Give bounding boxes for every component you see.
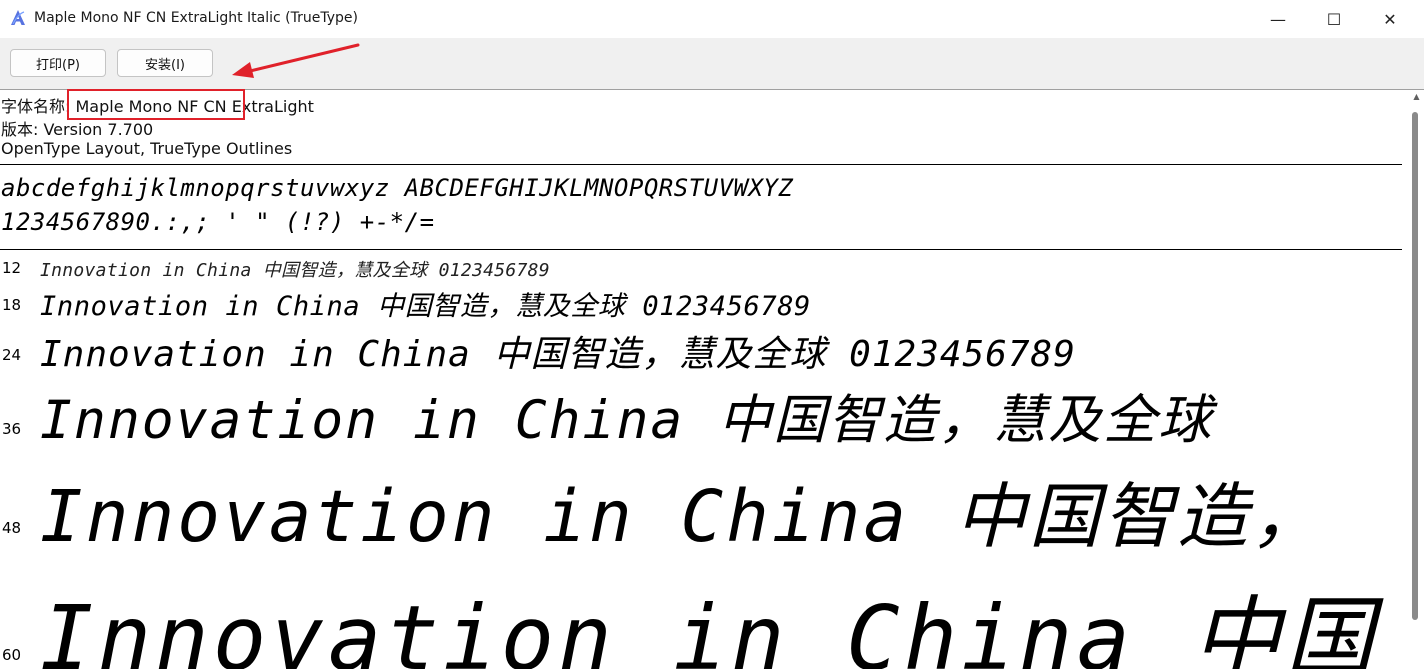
size-label: 12 [2,259,22,277]
minimize-icon: — [1270,9,1286,29]
highlight-box [67,89,245,120]
install-button[interactable]: 安装(I) [117,49,213,77]
font-preview-area: 字体名称: Maple Mono NF CN ExtraLight 版本: Ve… [0,90,1409,669]
scrollbar-thumb[interactable] [1412,112,1418,620]
divider [0,164,1402,165]
size-label: 18 [2,296,22,314]
maximize-icon: ☐ [1326,9,1342,29]
title-bar: Maple Mono NF CN ExtraLight Italic (True… [0,0,1424,39]
sample-text: Innovation in China 中国智造，慧及全球 0123456789 [40,260,550,281]
annotation-arrow-icon [232,43,360,78]
minimize-button[interactable]: — [1250,0,1306,38]
size-label: 36 [2,420,22,438]
scroll-up-icon[interactable]: ▲ [1409,92,1424,106]
toolbar: 打印(P) 安装(I) [0,38,1424,90]
close-button[interactable]: ✕ [1362,0,1418,38]
sample-text: Innovation in China 中国智造， [40,475,1325,558]
window-title: Maple Mono NF CN ExtraLight Italic (True… [34,10,358,26]
font-name-label: 字体名称: [1,97,71,116]
divider [0,249,1402,250]
size-label: 48 [2,519,22,537]
font-file-icon [11,10,25,25]
close-icon: ✕ [1383,9,1397,29]
size-label: 24 [2,346,22,364]
outline-line: OpenType Layout, TrueType Outlines [1,139,293,158]
print-button[interactable]: 打印(P) [10,49,106,77]
sample-text: Innovation in China 中国智造，慧及全球 0123456789 [40,334,1076,375]
sample-text: Innovation in China 中国智造，慧及全球 [40,390,1214,451]
maximize-button[interactable]: ☐ [1306,0,1362,38]
charset-symbols: 1234567890.:,; ' " (!?) +-*/= [1,208,435,236]
sample-text: Innovation in China 中国智造，慧及全球 0123456789 [40,291,811,322]
charset-letters: abcdefghijklmnopqrstuvwxyz ABCDEFGHIJKLM… [1,174,794,202]
size-label: 60 [2,646,22,664]
sample-text: Innovation in China 中国 [40,586,1378,669]
